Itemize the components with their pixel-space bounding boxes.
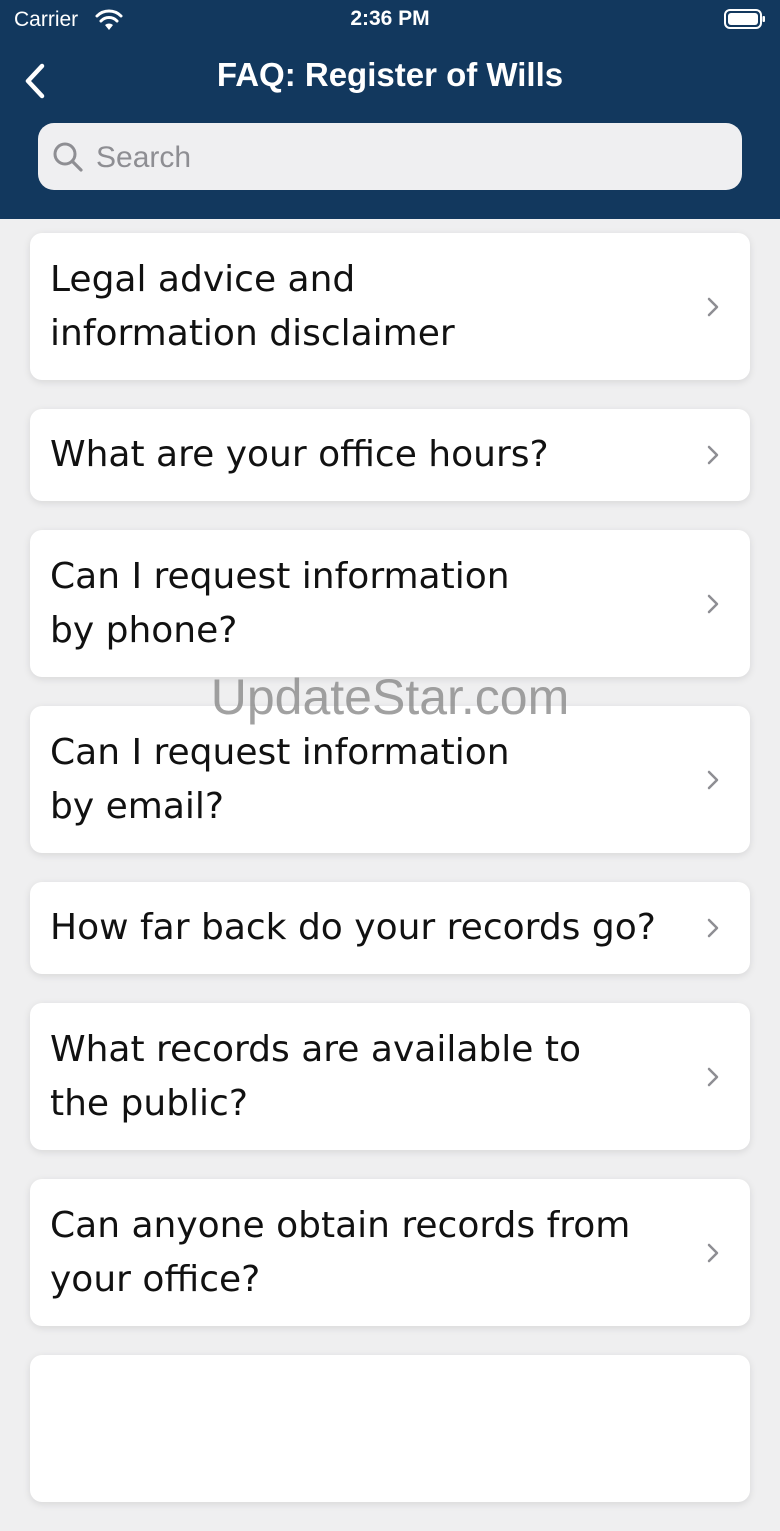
chevron-right-icon — [707, 770, 719, 789]
faq-item-request-by-email[interactable]: Can I request information by email? — [30, 706, 750, 853]
watermark: UpdateStar.com — [210, 669, 570, 725]
faq-item-records-history[interactable]: How far back do your records go? — [30, 882, 750, 974]
chevron-right-icon — [707, 297, 719, 316]
faq-item-label: How far back do your records go? — [50, 907, 656, 948]
faq-item-label: Can anyone obtain records from your offi… — [50, 1204, 631, 1300]
search-bar[interactable] — [38, 123, 742, 192]
search-icon — [53, 142, 83, 172]
faq-item-partial[interactable] — [30, 1355, 750, 1502]
faq-item-label: Can I request information by phone? — [50, 555, 510, 651]
faq-item-label: What records are available to the public… — [50, 1028, 581, 1124]
faq-item-public-records[interactable]: What records are available to the public… — [30, 1003, 750, 1150]
faq-item-office-hours[interactable]: What are your office hours? — [30, 409, 750, 501]
chevron-right-icon — [707, 1067, 719, 1086]
faq-item-label: Legal advice and information disclaimer — [50, 258, 455, 354]
faq-item-obtain-records[interactable]: Can anyone obtain records from your offi… — [30, 1179, 750, 1326]
chevron-right-icon — [707, 1243, 719, 1262]
search-input[interactable] — [94, 123, 728, 192]
clock: 2:36 PM — [350, 7, 430, 30]
status-bar: Carrier 2:36 PM — [0, 0, 780, 40]
faq-item-legal-disclaimer[interactable]: Legal advice and information disclaimer — [30, 233, 750, 380]
battery-icon — [724, 9, 765, 29]
faq-item-label: Can I request information by email? — [50, 731, 510, 827]
chevron-right-icon — [707, 918, 719, 938]
faq-item-request-by-phone[interactable]: Can I request information by phone? — [30, 530, 750, 677]
chevron-right-icon — [707, 594, 719, 613]
faq-item-label: What are your office hours? — [50, 434, 549, 475]
chevron-right-icon — [707, 445, 719, 465]
page-title: FAQ: Register of Wills — [216, 56, 564, 93]
faq-list: Legal advice and information disclaimer … — [30, 233, 750, 1531]
navigation-header: Carrier 2:36 PM FAQ: Register of Wills — [0, 0, 780, 219]
